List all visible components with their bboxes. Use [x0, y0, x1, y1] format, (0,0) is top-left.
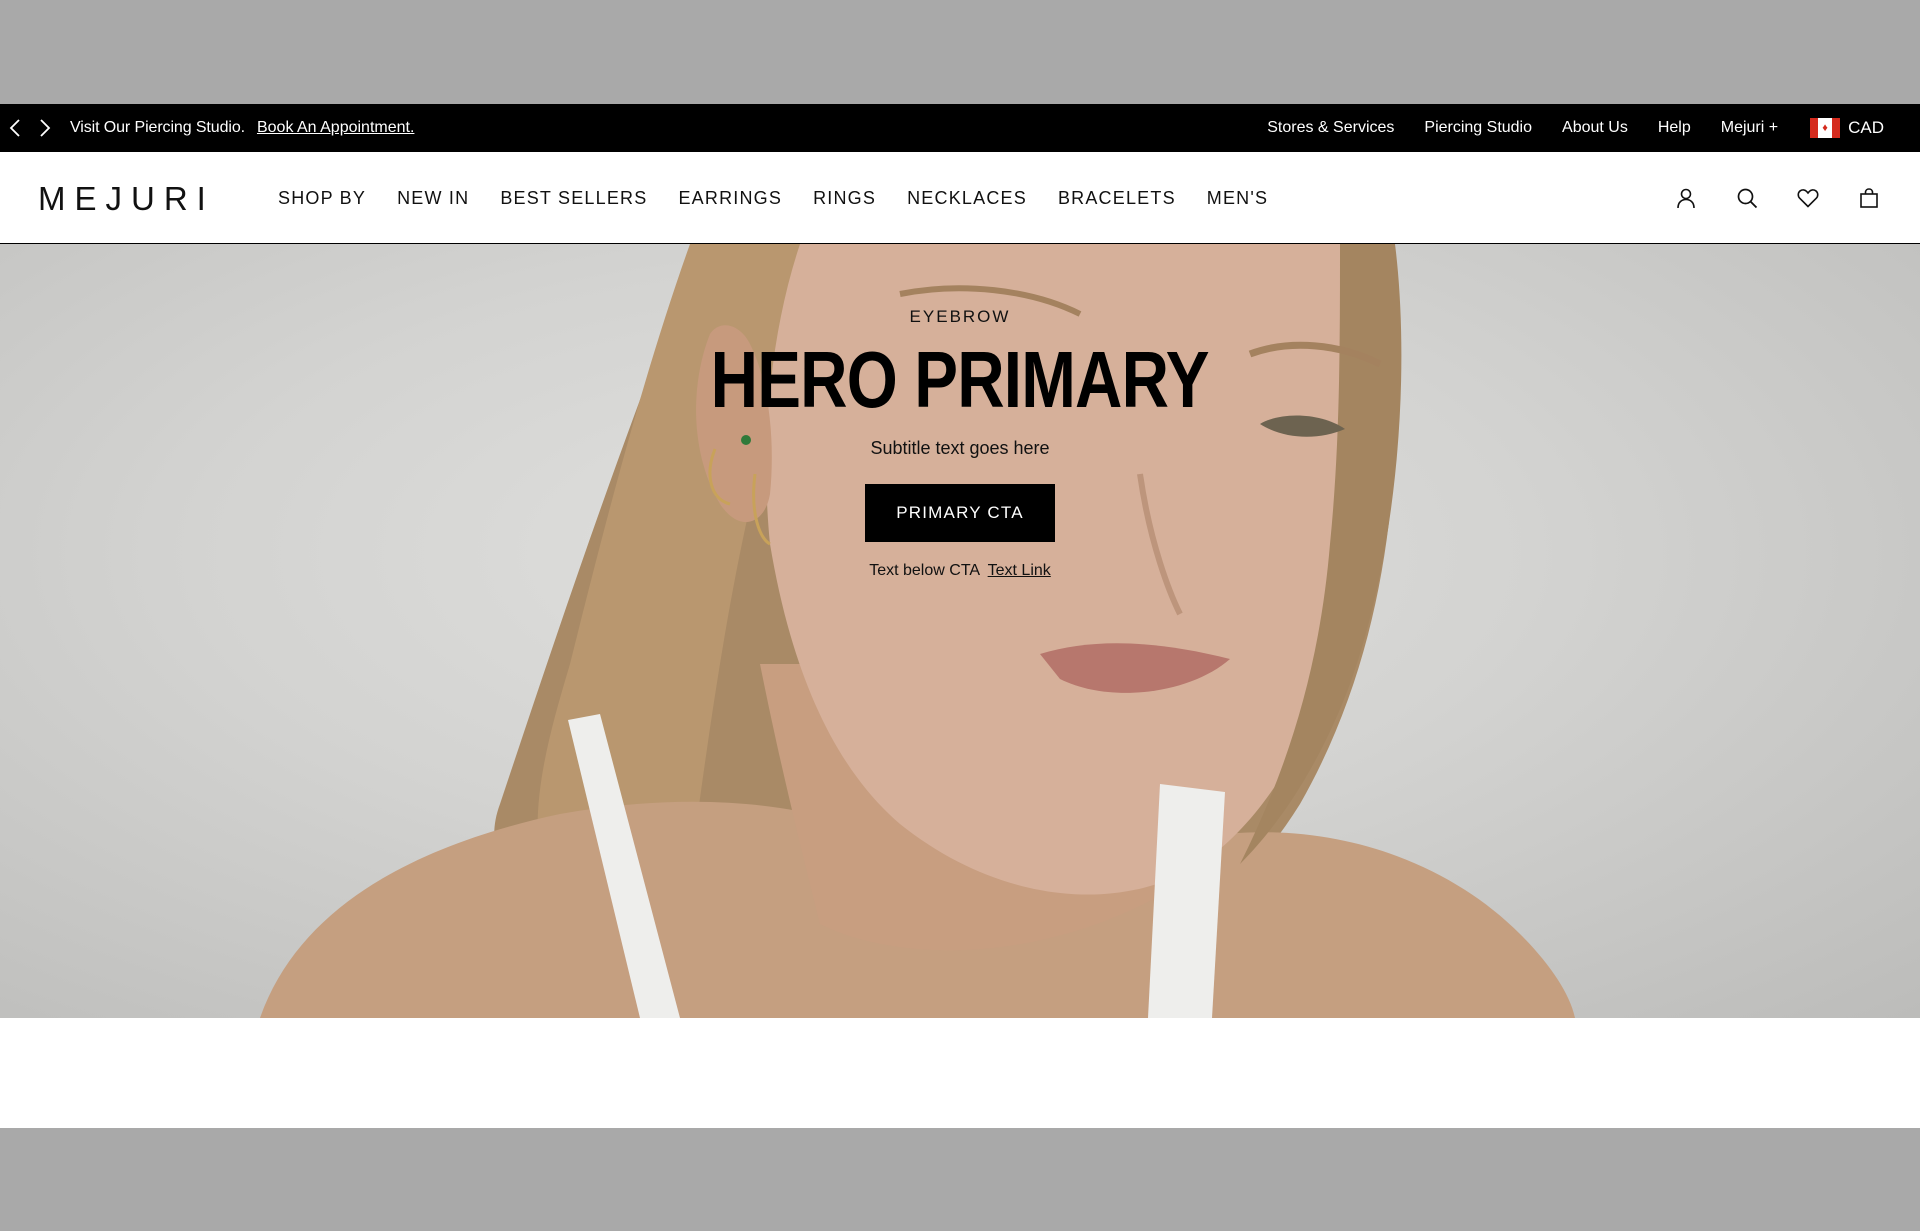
- currency-selector[interactable]: ♦ CAD: [1810, 118, 1884, 138]
- category-nav: SHOP BY NEW IN BEST SELLERS EARRINGS RIN…: [278, 152, 1299, 244]
- hero-subtitle: Subtitle text goes here: [870, 438, 1050, 458]
- main-navigation: MEJURI SHOP BY NEW IN BEST SELLERS EARRI…: [0, 152, 1920, 244]
- announcement-bar: Visit Our Piercing Studio. Book An Appoi…: [0, 104, 1920, 152]
- chevron-left-icon[interactable]: [0, 104, 30, 152]
- stores-services-link[interactable]: Stores & Services: [1267, 119, 1394, 137]
- nav-new-in[interactable]: NEW IN: [397, 188, 469, 209]
- content-area-below-hero: [0, 1018, 1920, 1128]
- book-appointment-link[interactable]: Book An Appointment.: [257, 119, 414, 137]
- nav-necklaces[interactable]: NECKLACES: [907, 188, 1027, 209]
- bottom-letterbox: [0, 1128, 1920, 1231]
- hero-content: EYEBROW HERO PRIMARY Subtitle text goes …: [0, 244, 1920, 1018]
- nav-bracelets[interactable]: BRACELETS: [1058, 188, 1176, 209]
- piercing-studio-link[interactable]: Piercing Studio: [1424, 119, 1532, 137]
- hero-text-link[interactable]: Text Link: [988, 562, 1051, 579]
- below-cta-row: Text below CTA Text Link: [869, 562, 1051, 580]
- nav-mens[interactable]: MEN'S: [1207, 188, 1268, 209]
- nav-best-sellers[interactable]: BEST SELLERS: [500, 188, 647, 209]
- hero-eyebrow: EYEBROW: [909, 307, 1011, 326]
- announcement-left: Visit Our Piercing Studio. Book An Appoi…: [0, 104, 414, 152]
- brand-logo[interactable]: MEJURI: [38, 180, 215, 218]
- currency-label: CAD: [1848, 118, 1884, 137]
- shopping-bag-icon[interactable]: [1856, 185, 1882, 211]
- nav-shop-by[interactable]: SHOP BY: [278, 188, 366, 209]
- primary-cta-button[interactable]: PRIMARY CTA: [865, 484, 1055, 542]
- nav-earrings[interactable]: EARRINGS: [678, 188, 782, 209]
- about-us-link[interactable]: About Us: [1562, 119, 1628, 137]
- account-icon[interactable]: [1673, 185, 1699, 211]
- canada-flag-icon: ♦: [1810, 118, 1841, 138]
- hero-banner: EYEBROW HERO PRIMARY Subtitle text goes …: [0, 244, 1920, 1018]
- below-cta-text: Text below CTA: [869, 562, 980, 579]
- hero-title: HERO PRIMARY: [711, 335, 1210, 424]
- chevron-right-icon[interactable]: [30, 104, 60, 152]
- search-icon[interactable]: [1734, 185, 1760, 211]
- help-link[interactable]: Help: [1658, 119, 1691, 137]
- mejuri-plus-link[interactable]: Mejuri +: [1721, 119, 1778, 137]
- announcement-text: Visit Our Piercing Studio.: [70, 119, 245, 136]
- utility-nav: Stores & Services Piercing Studio About …: [1267, 104, 1920, 152]
- nav-rings[interactable]: RINGS: [813, 188, 876, 209]
- nav-icons: [1638, 152, 1882, 244]
- top-letterbox: [0, 0, 1920, 104]
- wishlist-heart-icon[interactable]: [1795, 185, 1821, 211]
